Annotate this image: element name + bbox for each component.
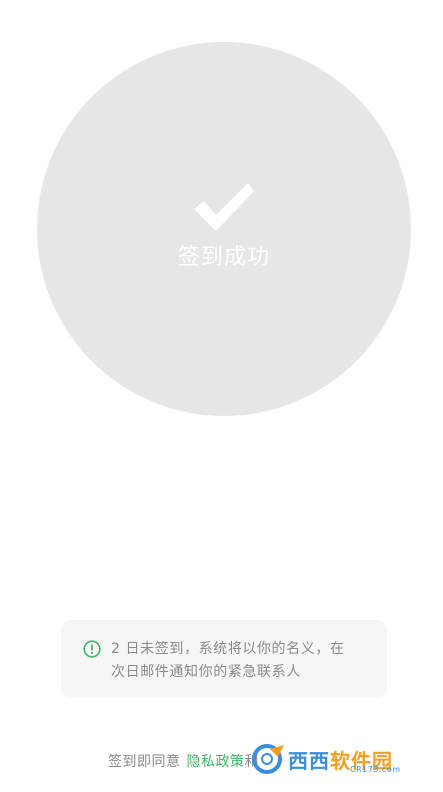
- watermark-brand: 西西软件园: [288, 745, 393, 774]
- agreement-text: 签到即同意 隐私政策和: [108, 751, 259, 771]
- notice-card: 2 日未签到，系统将以你的名义，在 次日邮件通知你的紧急联系人: [61, 620, 387, 698]
- notice-text: 2 日未签到，系统将以你的名义，在 次日邮件通知你的紧急联系人: [111, 638, 345, 684]
- agreement-prefix: 签到即同意: [108, 754, 181, 770]
- checkin-status-label: 签到成功: [177, 245, 270, 270]
- checkmark-icon: [194, 183, 254, 231]
- watermark-site: CR173.com: [350, 765, 401, 774]
- checkin-button[interactable]: 签到成功: [37, 42, 411, 416]
- notice-line-1: 2 日未签到，系统将以你的名义，在: [111, 641, 345, 657]
- info-circle-icon: [83, 640, 101, 658]
- privacy-policy-link[interactable]: 隐私政策: [187, 754, 245, 770]
- watermark-logo: 西西软件园 CR173.com: [250, 742, 420, 776]
- watermark-brand-b: 软件园: [330, 748, 393, 773]
- watermark-brand-a: 西西: [288, 748, 330, 773]
- agreement-conjunction: 和: [244, 754, 259, 770]
- checkin-screen: 签到成功 2 日未签到，系统将以你的名义，在 次日邮件通知你的紧急联系人 签到即…: [0, 0, 443, 792]
- notice-line-2: 次日邮件通知你的紧急联系人: [111, 664, 301, 680]
